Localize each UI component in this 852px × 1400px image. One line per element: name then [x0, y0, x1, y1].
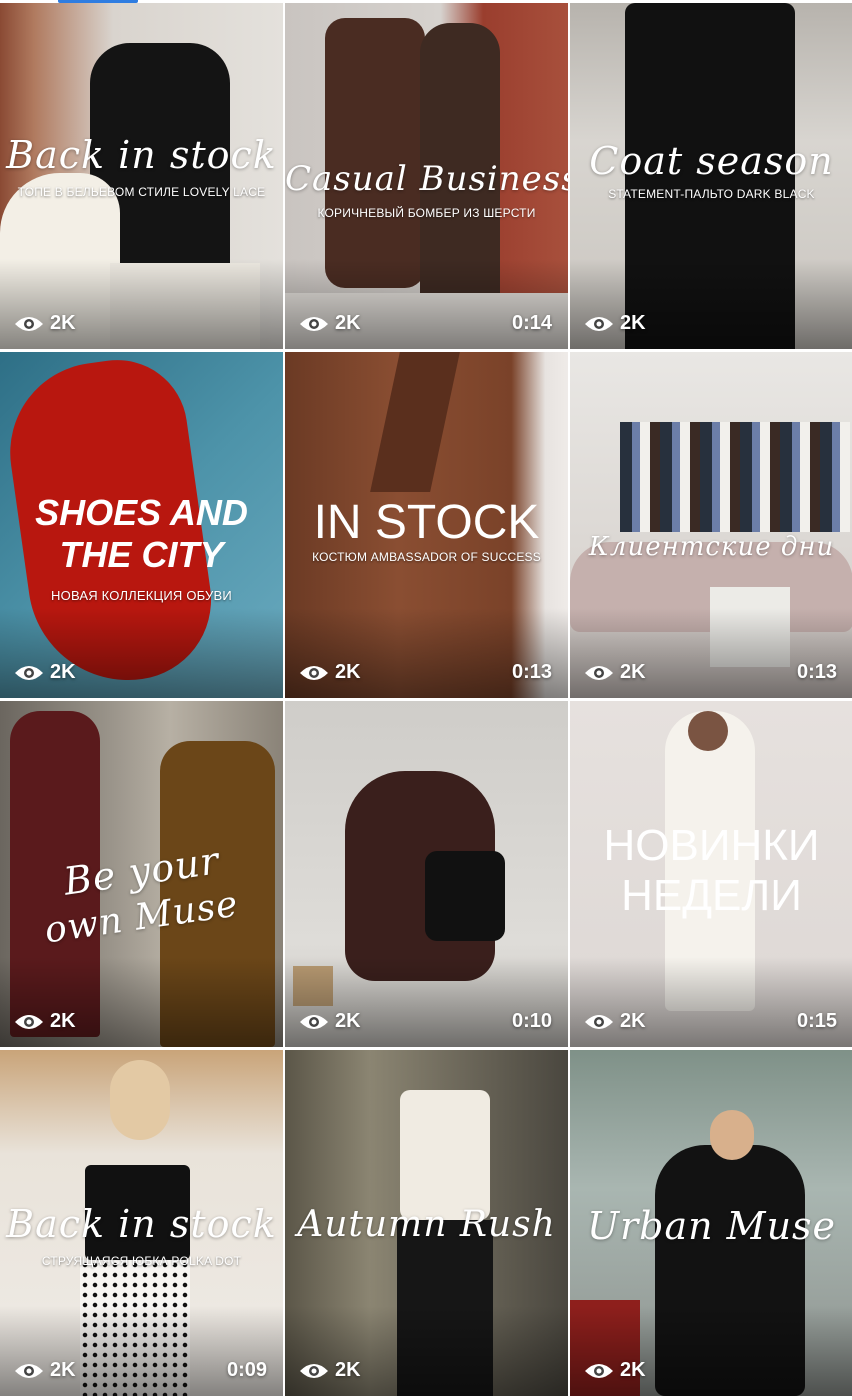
thumbnail-blouse [400, 1090, 490, 1220]
bottom-shade [0, 608, 283, 698]
bottom-shade [570, 957, 852, 1047]
view-count: 2K [14, 661, 76, 684]
tile-headline-line1: SHOES AND [35, 492, 248, 533]
bottom-shade [0, 1306, 283, 1396]
view-count-value: 2K [335, 1359, 361, 1381]
tile-headline-line2: НЕДЕЛИ [621, 871, 802, 920]
tile-title: Back in stock [6, 133, 277, 177]
video-tile-autumn-rush[interactable]: Autumn Rush 2K [285, 1050, 568, 1396]
view-count: 2K [584, 1359, 646, 1382]
video-tile-in-stock[interactable]: IN STOCK КОСТЮМ AMBASSADOR OF SUCCESS 2K… [285, 352, 568, 698]
view-count-value: 2K [335, 661, 361, 683]
eye-icon [585, 316, 613, 331]
eye-icon [300, 1363, 328, 1378]
thumbnail-bag [425, 851, 505, 941]
view-count-value: 2K [620, 661, 646, 683]
tile-headline: IN STOCK [313, 496, 540, 549]
bottom-shade [285, 259, 568, 349]
view-count-value: 2K [50, 1359, 76, 1381]
tile-caption: ТОПЕ В БЕЛЬЕВОМ СТИЛЕ LOVELY LACE [17, 185, 266, 199]
view-count: 2K [584, 312, 646, 335]
thumbnail-clothing-rack [620, 422, 850, 532]
view-count: 2K [299, 312, 361, 335]
thumbnail-head [710, 1110, 754, 1160]
video-duration: 0:13 [511, 661, 552, 683]
view-count-value: 2K [620, 312, 646, 334]
thumbnail-head [110, 1060, 170, 1140]
bottom-shade [285, 608, 568, 698]
view-count-value: 2K [620, 1010, 646, 1032]
thumbnail-head [688, 711, 728, 751]
bottom-shade [570, 1306, 852, 1396]
tile-caption: КОРИЧНЕВЫЙ БОМБЕР ИЗ ШЕРСТИ [317, 206, 536, 220]
eye-icon [300, 316, 328, 331]
video-tile-casual-business[interactable]: Casual Business КОРИЧНЕВЫЙ БОМБЕР ИЗ ШЕР… [285, 3, 568, 349]
view-count-value: 2K [50, 312, 76, 334]
tile-caption: STATEMENT-ПАЛЬТО DARK BLACK [608, 187, 815, 201]
view-count: 2K [584, 661, 646, 684]
video-tile-client-days[interactable]: Клиентские дни 2K 0:13 [570, 352, 852, 698]
tile-caption: НОВАЯ КОЛЛЕКЦИЯ ОБУВИ [51, 588, 232, 603]
view-count-value: 2K [335, 312, 361, 334]
video-duration: 0:13 [796, 661, 837, 683]
view-count-value: 2K [335, 1010, 361, 1032]
video-grid: Back in stock ТОПЕ В БЕЛЬЕВОМ СТИЛЕ LOVE… [0, 3, 852, 1396]
video-tile-back-in-stock-lace[interactable]: Back in stock ТОПЕ В БЕЛЬЕВОМ СТИЛЕ LOVE… [0, 3, 283, 349]
tile-caption: СТРУЯЩАЯСЯ ЮБКА POLKA DOT [41, 1254, 242, 1268]
bottom-shade [285, 957, 568, 1047]
eye-icon [300, 1014, 328, 1029]
eye-icon [15, 1363, 43, 1378]
tile-title: Autumn Rush [297, 1204, 556, 1245]
video-tile-be-your-own-muse[interactable]: Be your own Muse 2K [0, 701, 283, 1047]
video-tile-coat-season[interactable]: Coat season STATEMENT-ПАЛЬТО DARK BLACK … [570, 3, 852, 349]
tile-headline-line1: НОВИНКИ [603, 821, 820, 870]
tile-title: Back in stock [6, 1202, 277, 1246]
video-duration: 0:10 [511, 1010, 552, 1032]
tile-title: Клиентские дни [588, 532, 835, 562]
video-tile-urban-muse[interactable]: Urban Muse 2K [570, 1050, 852, 1396]
bottom-shade [285, 1306, 568, 1396]
video-tile-new-this-week[interactable]: НОВИНКИ НЕДЕЛИ 2K 0:15 [570, 701, 852, 1047]
view-count: 2K [584, 1010, 646, 1033]
bottom-shade [0, 957, 283, 1047]
video-tile-leather-look[interactable]: 2K 0:10 [285, 701, 568, 1047]
video-tile-back-in-stock-polka[interactable]: Back in stock СТРУЯЩАЯСЯ ЮБКА POLKA DOT … [0, 1050, 283, 1396]
video-duration: 0:15 [796, 1010, 837, 1032]
view-count: 2K [299, 1359, 361, 1382]
bottom-shade [570, 608, 852, 698]
tile-title: Casual Business [285, 159, 568, 199]
eye-icon [585, 1363, 613, 1378]
video-duration: 0:14 [511, 312, 552, 334]
tile-caption: КОСТЮМ AMBASSADOR OF SUCCESS [312, 550, 541, 564]
bottom-shade [570, 259, 852, 349]
bottom-shade [0, 259, 283, 349]
eye-icon [585, 1014, 613, 1029]
tile-title: Urban Muse [586, 1204, 837, 1248]
eye-icon [15, 665, 43, 680]
view-count-value: 2K [50, 1010, 76, 1032]
eye-icon [15, 316, 43, 331]
video-tile-shoes-and-the-city[interactable]: SHOES AND THE CITY НОВАЯ КОЛЛЕКЦИЯ ОБУВИ… [0, 352, 283, 698]
view-count: 2K [299, 1010, 361, 1033]
view-count: 2K [299, 661, 361, 684]
view-count: 2K [14, 1010, 76, 1033]
view-count: 2K [14, 312, 76, 335]
video-duration: 0:09 [226, 1359, 267, 1381]
eye-icon [300, 665, 328, 680]
thumbnail-figure [325, 18, 425, 288]
view-count: 2K [14, 1359, 76, 1382]
view-count-value: 2K [620, 1359, 646, 1381]
view-count-value: 2K [50, 661, 76, 683]
eye-icon [15, 1014, 43, 1029]
tile-headline-line2: THE CITY [59, 534, 224, 575]
tile-title: Coat season [589, 139, 834, 183]
eye-icon [585, 665, 613, 680]
